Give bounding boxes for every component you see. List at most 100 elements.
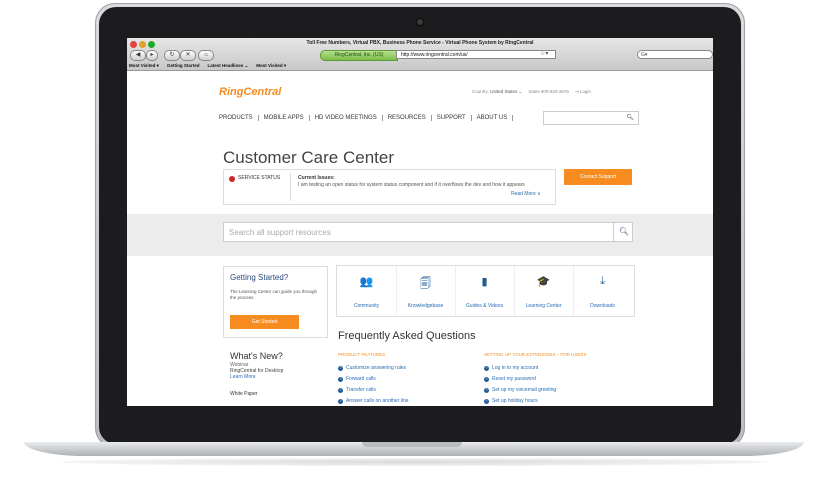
- url-field[interactable]: http://www.ringcentral.com/us/: [396, 50, 556, 59]
- nav-resources[interactable]: RESOURCES: [383, 115, 432, 121]
- main-nav: PRODUCTS MOBILE APPS HD VIDEO MEETINGS R…: [219, 115, 514, 121]
- community-icon: 👥: [359, 276, 374, 288]
- get-started-button[interactable]: Get Started: [230, 315, 299, 329]
- question-icon: ?: [338, 377, 343, 382]
- search-engine-icon: G▾: [641, 52, 648, 58]
- faq-link-label: Set up my voicemail greeting: [492, 387, 557, 393]
- laptop-shadow: [60, 458, 770, 466]
- faq-heading-product-features: PRODUCT FEATURES: [338, 352, 386, 357]
- reload-icon: ↻: [169, 52, 175, 58]
- resource-tile-downloads[interactable]: ⤓ Downloads: [573, 266, 632, 316]
- support-search-input[interactable]: Search all support resources: [223, 222, 633, 242]
- faq-link-label: Customize answering rules: [346, 365, 407, 371]
- faq-link[interactable]: ? Forward calls: [338, 376, 376, 382]
- question-icon: ?: [484, 366, 489, 371]
- getting-started-title: Getting Started?: [230, 273, 289, 282]
- question-icon: ?: [484, 377, 489, 382]
- faq-link-label: Forward calls: [346, 376, 376, 382]
- stop-icon: ✕: [185, 52, 191, 58]
- question-icon: ?: [484, 399, 489, 404]
- back-arrow-icon: ◀: [135, 52, 141, 58]
- back-button[interactable]: ◀: [130, 50, 146, 61]
- stop-button[interactable]: ✕: [180, 50, 196, 61]
- current-issues-text: I am testing an open status for system s…: [298, 182, 525, 188]
- resource-tiles: 👥 Community 🗐 Knowledgebase ▮ Guides & V…: [336, 265, 635, 317]
- site-identity-badge[interactable]: RingCentral, Inc. (US): [320, 50, 398, 61]
- faq-link[interactable]: ? Answer calls on another line: [338, 398, 409, 404]
- faq-link[interactable]: ? Log in to my account: [484, 365, 538, 371]
- faq-link-label: Answer calls on another line: [346, 398, 409, 404]
- question-icon: ?: [338, 388, 343, 393]
- support-search-button[interactable]: 🔍︎: [613, 222, 634, 242]
- nav-mobile-apps[interactable]: MOBILE APPS: [259, 115, 310, 121]
- forward-arrow-icon: ▸: [150, 52, 154, 58]
- country-value: United States ⌄: [490, 89, 523, 94]
- login-icon: ⇥: [574, 89, 579, 94]
- getting-started-description: The Learning Center can guide you throug…: [230, 289, 318, 300]
- bookmark-item[interactable]: Getting Started: [167, 62, 200, 70]
- service-status-panel: SERVICE STATUS Current Issues: I am test…: [223, 169, 556, 205]
- window-title: Toll Free Numbers, Virtual PBX, Business…: [306, 40, 534, 46]
- faq-title: Frequently Asked Questions: [338, 330, 476, 342]
- contact-support-button[interactable]: Contact Support: [564, 169, 632, 185]
- login-link[interactable]: ⇥ Login: [575, 89, 591, 95]
- question-icon: ?: [338, 399, 343, 404]
- status-divider: [290, 173, 291, 201]
- reload-button[interactable]: ↻: [164, 50, 180, 61]
- download-icon: ⤓: [600, 275, 605, 287]
- bookmark-item[interactable]: Most Visited ▾: [129, 62, 159, 70]
- country-label: Country:: [472, 89, 490, 94]
- browser-search-field[interactable]: G▾: [637, 50, 713, 59]
- whats-new-content: Webinar RingCentral for Desktop Learn Mo…: [230, 362, 283, 380]
- page-title: Customer Care Center: [223, 148, 395, 167]
- faq-link-label: Transfer calls: [346, 387, 376, 393]
- learn-more-link[interactable]: Learn More: [230, 374, 283, 380]
- ringcentral-logo[interactable]: RingCentral: [219, 86, 281, 98]
- nav-products[interactable]: PRODUCTS: [219, 115, 259, 121]
- guides-icon: ▮: [481, 276, 488, 288]
- service-status-label: SERVICE STATUS: [238, 175, 281, 181]
- faq-link[interactable]: ? Set up holiday hours: [484, 398, 538, 404]
- search-icon: 🔍︎: [618, 227, 630, 236]
- login-label: Login: [579, 89, 591, 94]
- knowledgebase-icon: 🗐: [420, 278, 431, 290]
- resource-label: Downloads: [590, 303, 615, 309]
- status-red-dot-icon: [229, 176, 235, 182]
- resource-label: Guides & Videos: [465, 303, 504, 309]
- resource-tile-community[interactable]: 👥 Community: [337, 266, 397, 316]
- resource-tile-knowledgebase[interactable]: 🗐 Knowledgebase: [396, 266, 456, 316]
- camera-icon: [415, 17, 425, 27]
- resource-tile-guides-videos[interactable]: ▮ Guides & Videos: [455, 266, 515, 316]
- resource-label: Knowledgebase: [407, 303, 444, 309]
- faq-link-label: Set up holiday hours: [492, 398, 538, 404]
- graduation-cap-icon: 🎓: [536, 276, 551, 288]
- read-more-link[interactable]: Read More ∨: [511, 191, 541, 197]
- home-icon: ⌂: [204, 52, 208, 58]
- bookmark-item[interactable]: Latest Headlines ⌄: [207, 62, 248, 70]
- bookmark-star-icon[interactable]: ☆▾: [540, 50, 548, 59]
- nav-support[interactable]: SUPPORT: [432, 115, 472, 121]
- search-icon[interactable]: 🔍︎: [626, 114, 634, 121]
- faq-link[interactable]: ? Reset my password: [484, 376, 536, 382]
- country-selector[interactable]: Country: United States ⌄: [472, 89, 522, 95]
- nav-hd-video-meetings[interactable]: HD VIDEO MEETINGS: [310, 115, 383, 121]
- home-button[interactable]: ⌂: [198, 50, 214, 61]
- faq-link-label: Reset my password: [492, 376, 536, 382]
- laptop-screen: Toll Free Numbers, Virtual PBX, Business…: [127, 38, 713, 406]
- faq-link[interactable]: ? Set up my voicemail greeting: [484, 387, 556, 393]
- site-search-input[interactable]: 🔍︎: [543, 111, 639, 125]
- current-issues-title: Current Issues:: [298, 175, 335, 181]
- nav-about-us[interactable]: ABOUT US: [472, 115, 514, 121]
- resource-label: Learning Center: [525, 303, 562, 309]
- resource-label: Community: [353, 303, 380, 309]
- faq-link[interactable]: ? Transfer calls: [338, 387, 376, 393]
- whats-new-title: What's New?: [230, 351, 283, 361]
- forward-button[interactable]: ▸: [146, 50, 158, 61]
- faq-link[interactable]: ? Customize answering rules: [338, 365, 406, 371]
- bookmark-item[interactable]: Most Visited ▾: [256, 62, 286, 70]
- browser-chrome: Toll Free Numbers, Virtual PBX, Business…: [127, 38, 713, 71]
- resource-tile-learning-center[interactable]: 🎓 Learning Center: [514, 266, 574, 316]
- question-icon: ?: [484, 388, 489, 393]
- utility-bar: Country: United States ⌄ Sales 800-820-3…: [472, 89, 591, 95]
- laptop-notch: [362, 442, 462, 447]
